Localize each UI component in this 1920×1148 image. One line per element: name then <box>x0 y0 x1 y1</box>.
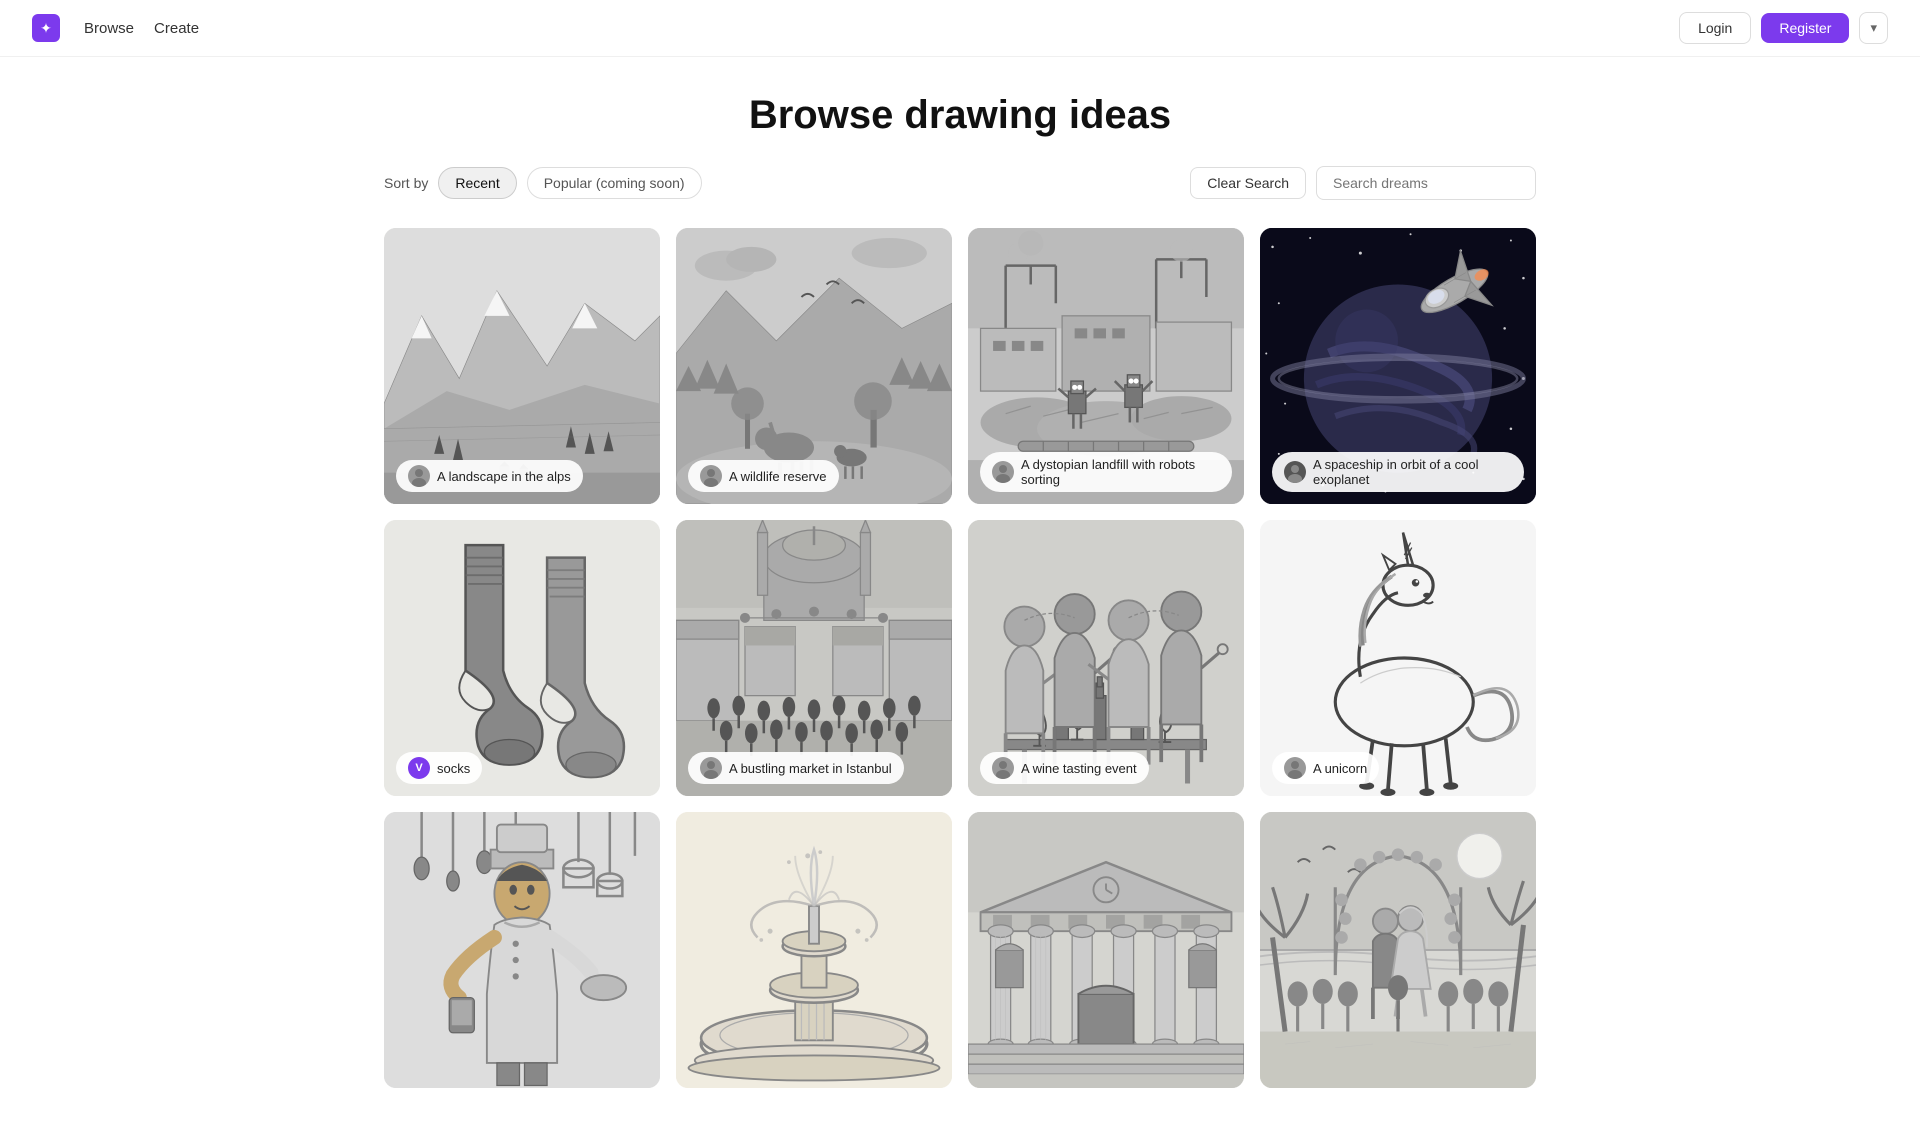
logo[interactable]: ✦ <box>32 14 60 42</box>
card-label-landscape: A landscape in the alps <box>396 460 648 492</box>
card-spaceship[interactable]: A spaceship in orbit of a cool exoplanet <box>1260 228 1536 504</box>
card-chef[interactable] <box>384 812 660 1088</box>
clear-search-button[interactable]: Clear Search <box>1190 167 1306 199</box>
sort-label: Sort by <box>384 175 428 191</box>
header: ✦ Browse Create Login Register ▾ <box>0 0 1920 57</box>
card-market[interactable]: A bustling market in Istanbul <box>676 520 952 796</box>
card-unicorn[interactable]: A unicorn <box>1260 520 1536 796</box>
login-button[interactable]: Login <box>1679 12 1751 44</box>
nav: Browse Create <box>84 20 199 37</box>
card-wedding[interactable] <box>1260 812 1536 1088</box>
filter-right: Clear Search <box>1190 166 1536 200</box>
filter-recent[interactable]: Recent <box>438 167 516 199</box>
card-label-text: A wildlife reserve <box>729 469 827 484</box>
nav-create[interactable]: Create <box>154 20 199 37</box>
card-label-text: A spaceship in orbit of a cool exoplanet <box>1313 457 1512 487</box>
page-title: Browse drawing ideas <box>384 93 1536 138</box>
card-label-text: A wine tasting event <box>1021 761 1137 776</box>
card-label-text: A bustling market in Istanbul <box>729 761 892 776</box>
card-label-text: A landscape in the alps <box>437 469 571 484</box>
filter-bar: Sort by Recent Popular (coming soon) Cle… <box>384 166 1536 200</box>
header-right: Login Register ▾ <box>1679 12 1888 44</box>
card-label-market: A bustling market in Istanbul <box>688 752 940 784</box>
filter-popular[interactable]: Popular (coming soon) <box>527 167 702 199</box>
nav-browse[interactable]: Browse <box>84 20 134 37</box>
logo-icon: ✦ <box>32 14 60 42</box>
main-content: Browse drawing ideas Sort by Recent Popu… <box>360 57 1560 1148</box>
card-label-unicorn: A unicorn <box>1272 752 1524 784</box>
card-label-text: A unicorn <box>1313 761 1367 776</box>
drawing-grid: A landscape in the alps <box>384 228 1536 1088</box>
card-label-text: A dystopian landfill with robots sorting <box>1021 457 1220 487</box>
card-fountain[interactable] <box>676 812 952 1088</box>
card-label-wildlife: A wildlife reserve <box>688 460 940 492</box>
card-label-dystopian: A dystopian landfill with robots sorting <box>980 452 1232 492</box>
card-label-spaceship: A spaceship in orbit of a cool exoplanet <box>1272 452 1524 492</box>
card-label-socks: V socks <box>396 752 648 784</box>
card-wine[interactable]: A wine tasting event <box>968 520 1244 796</box>
card-dystopian[interactable]: A dystopian landfill with robots sorting <box>968 228 1244 504</box>
card-building[interactable] <box>968 812 1244 1088</box>
chevron-button[interactable]: ▾ <box>1859 12 1888 44</box>
register-button[interactable]: Register <box>1761 13 1849 43</box>
search-input[interactable] <box>1316 166 1536 200</box>
card-label-wine: A wine tasting event <box>980 752 1232 784</box>
card-landscape[interactable]: A landscape in the alps <box>384 228 660 504</box>
card-label-text: socks <box>437 761 470 776</box>
card-wildlife[interactable]: A wildlife reserve <box>676 228 952 504</box>
card-socks[interactable]: V socks <box>384 520 660 796</box>
